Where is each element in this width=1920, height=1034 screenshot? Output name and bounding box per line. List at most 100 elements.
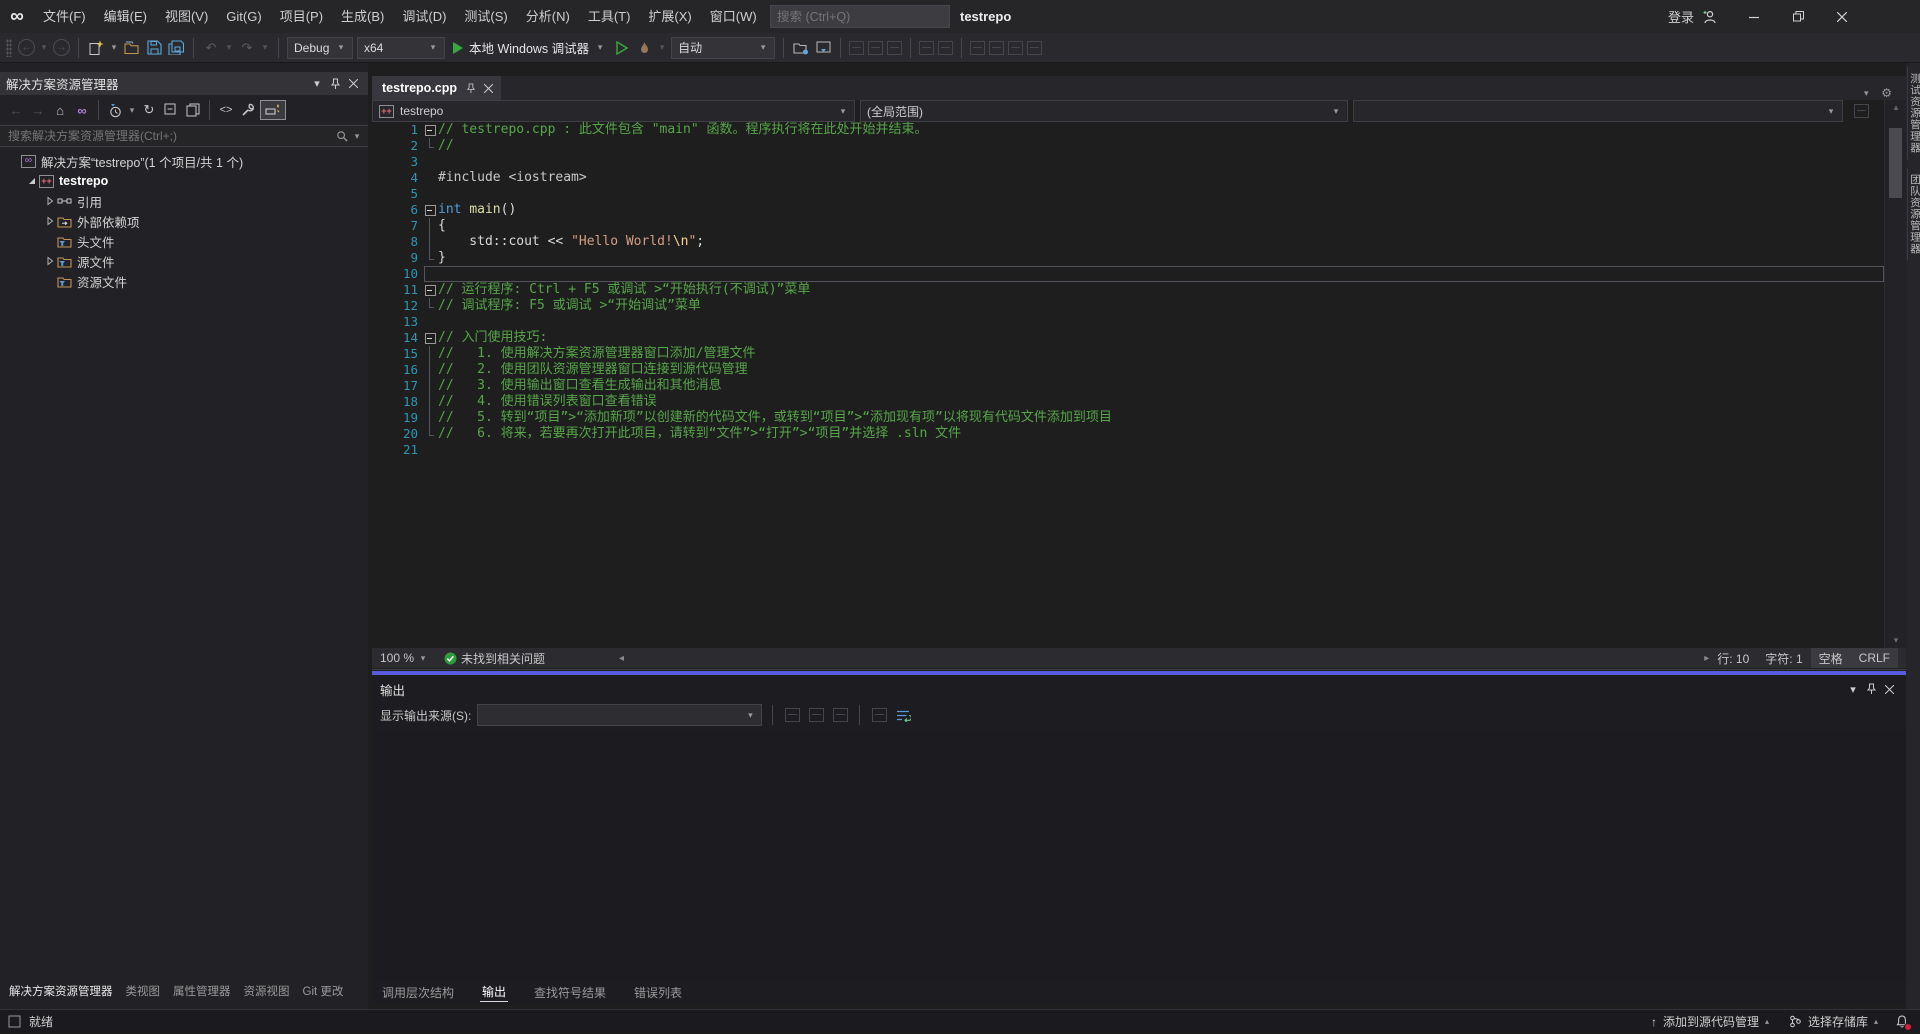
navigate-forward-icon[interactable]: →: [53, 39, 70, 56]
code-line-3[interactable]: 3: [372, 154, 1884, 170]
active-documents-chevron-icon[interactable]: ▾: [1861, 88, 1871, 99]
scroll-down-icon[interactable]: ▾: [1885, 635, 1907, 646]
code-line-17[interactable]: 17// 3. 使用输出窗口查看生成输出和其他消息: [372, 378, 1884, 394]
toggle-word-wrap-icon[interactable]: [894, 706, 912, 724]
horizontal-scrollbar[interactable]: [624, 648, 1704, 668]
previous-message-icon[interactable]: [807, 706, 825, 724]
code-line-4[interactable]: 4#include <iostream>: [372, 170, 1884, 186]
tab-pin-icon[interactable]: [465, 83, 476, 94]
scroll-up-icon[interactable]: ▴: [1885, 102, 1907, 113]
minimize-button[interactable]: [1732, 0, 1776, 33]
project-dropdown[interactable]: ++ testrepo ▾: [372, 100, 855, 122]
menu-item-7[interactable]: 测试(S): [455, 0, 516, 33]
code-line-9[interactable]: 9}: [372, 250, 1884, 266]
toggle-bookmark-icon[interactable]: [970, 41, 985, 55]
clear-bookmarks-icon[interactable]: [1027, 41, 1042, 55]
start-debugging-button[interactable]: 本地 Windows 调试器 ▾: [449, 36, 609, 60]
code-line-8[interactable]: 8 std::cout << "Hello World!\n";: [372, 234, 1884, 250]
attach-dropdown[interactable]: 自动 ▾: [671, 37, 775, 59]
new-project-dropdown-icon[interactable]: ▾: [109, 42, 119, 53]
close-button[interactable]: [1820, 0, 1864, 33]
menu-item-8[interactable]: 分析(N): [517, 0, 579, 33]
eol-indicator[interactable]: CRLF: [1851, 648, 1898, 668]
menu-item-6[interactable]: 调试(D): [393, 0, 455, 33]
add-to-source-control-button[interactable]: ↑ 添加到源代码管理 ▴: [1645, 1010, 1775, 1034]
zoom-dropdown[interactable]: 100 % ▾: [372, 648, 436, 668]
undo-icon[interactable]: ↶: [202, 38, 220, 58]
code-line-2[interactable]: 2//: [372, 138, 1884, 154]
fold-collapse-icon[interactable]: [424, 330, 438, 346]
back-icon[interactable]: ←: [6, 100, 26, 120]
dock-tab-1[interactable]: 类视图: [126, 983, 161, 999]
pending-changes-filter-icon[interactable]: [105, 100, 125, 120]
tree-item-1[interactable]: ++testrepo: [0, 171, 368, 191]
menu-item-3[interactable]: Git(G): [217, 0, 270, 33]
code-line-19[interactable]: 19// 5. 转到“项目”>“添加新项”以创建新的代码文件，或转到“项目”>“…: [372, 410, 1884, 426]
search-options-chevron-icon[interactable]: ▾: [352, 131, 362, 142]
window-layout-icon[interactable]: [814, 38, 832, 58]
code-line-1[interactable]: 1// testrepo.cpp : 此文件包含 "main" 函数。程序执行将…: [372, 122, 1884, 138]
redo-icon[interactable]: ↷: [238, 38, 256, 58]
menu-item-9[interactable]: 工具(T): [579, 0, 640, 33]
new-project-icon[interactable]: [87, 38, 105, 58]
tree-expand-icon[interactable]: [44, 195, 56, 207]
scope-dropdown[interactable]: (全局范围) ▾: [860, 100, 1348, 122]
restore-button[interactable]: [1776, 0, 1820, 33]
code-line-6[interactable]: 6int main(): [372, 202, 1884, 218]
preview-selected-items-icon[interactable]: [260, 100, 286, 120]
navigate-back-icon[interactable]: ←: [18, 39, 35, 56]
collapse-all-icon[interactable]: [161, 100, 181, 120]
hot-reload-dropdown-icon[interactable]: ▾: [657, 42, 667, 53]
spaces-indicator[interactable]: 空格: [1811, 648, 1851, 668]
forward-icon[interactable]: →: [28, 100, 48, 120]
code-editor[interactable]: 1// testrepo.cpp : 此文件包含 "main" 函数。程序执行将…: [372, 122, 1884, 458]
menu-item-5[interactable]: 生成(B): [332, 0, 393, 33]
configuration-dropdown[interactable]: Debug ▾: [287, 37, 353, 59]
open-folder-icon[interactable]: [123, 38, 141, 58]
member-dropdown[interactable]: ▾: [1353, 100, 1843, 122]
properties-pages-icon[interactable]: [183, 100, 203, 120]
document-tab-testrepo-cpp[interactable]: testrepo.cpp: [372, 76, 501, 100]
fold-collapse-icon[interactable]: [424, 122, 438, 138]
scrollbar-thumb[interactable]: [1889, 128, 1902, 198]
code-line-7[interactable]: 7{: [372, 218, 1884, 234]
notifications-bell-icon[interactable]: [1892, 1012, 1912, 1032]
close-icon[interactable]: [344, 75, 362, 93]
dock-tab-0[interactable]: 解决方案资源管理器: [9, 983, 113, 999]
tree-expand-icon[interactable]: [44, 215, 56, 227]
solution-explorer-title-bar[interactable]: 解决方案资源管理器 ▾: [0, 72, 368, 95]
start-without-debugging-icon[interactable]: [613, 38, 631, 58]
bottom-tab-2[interactable]: 查找符号结果: [532, 983, 608, 1002]
filter-dropdown-icon[interactable]: ▾: [127, 105, 137, 116]
next-bookmark-icon[interactable]: [1008, 41, 1023, 55]
select-repository-button[interactable]: 选择存储库 ▴: [1783, 1010, 1884, 1034]
autohide-tab-1[interactable]: 团队资源管理器: [1907, 168, 1920, 261]
menu-item-11[interactable]: 窗口(W): [701, 0, 766, 33]
show-diagnostics-icon[interactable]: [849, 41, 864, 55]
navigate-back-dropdown-icon[interactable]: ▾: [39, 42, 49, 53]
sign-in[interactable]: 登录: [1668, 0, 1717, 33]
tree-expand-icon[interactable]: [26, 175, 38, 187]
previous-bookmark-icon[interactable]: [989, 41, 1004, 55]
document-health-indicator[interactable]: 未找到相关问题: [436, 648, 553, 668]
sync-with-active-document-icon[interactable]: [792, 38, 810, 58]
autohide-tab-0[interactable]: 测试资源管理器: [1907, 67, 1920, 160]
dock-tab-2[interactable]: 属性管理器: [173, 983, 231, 999]
find-message-icon[interactable]: [783, 706, 801, 724]
dock-tab-4[interactable]: Git 更改: [303, 983, 344, 999]
solution-search-input[interactable]: [0, 129, 336, 143]
hot-reload-icon[interactable]: [635, 38, 653, 58]
split-window-icon[interactable]: [1854, 104, 1869, 118]
code-line-14[interactable]: 14// 入门使用技巧:: [372, 330, 1884, 346]
redo-dropdown-icon[interactable]: ▾: [260, 42, 270, 53]
tab-options-gear-icon[interactable]: ⚙: [1881, 86, 1892, 100]
menu-item-1[interactable]: 编辑(E): [95, 0, 156, 33]
output-source-dropdown[interactable]: ▾: [477, 704, 762, 726]
tree-item-3[interactable]: 外部依赖项: [0, 211, 368, 231]
clear-all-icon[interactable]: [870, 706, 888, 724]
code-line-5[interactable]: 5: [372, 186, 1884, 202]
show-layout-adorners-icon[interactable]: [887, 41, 902, 55]
menu-item-2[interactable]: 视图(V): [156, 0, 217, 33]
bottom-tab-1[interactable]: 输出: [480, 982, 508, 1002]
next-message-icon[interactable]: [831, 706, 849, 724]
